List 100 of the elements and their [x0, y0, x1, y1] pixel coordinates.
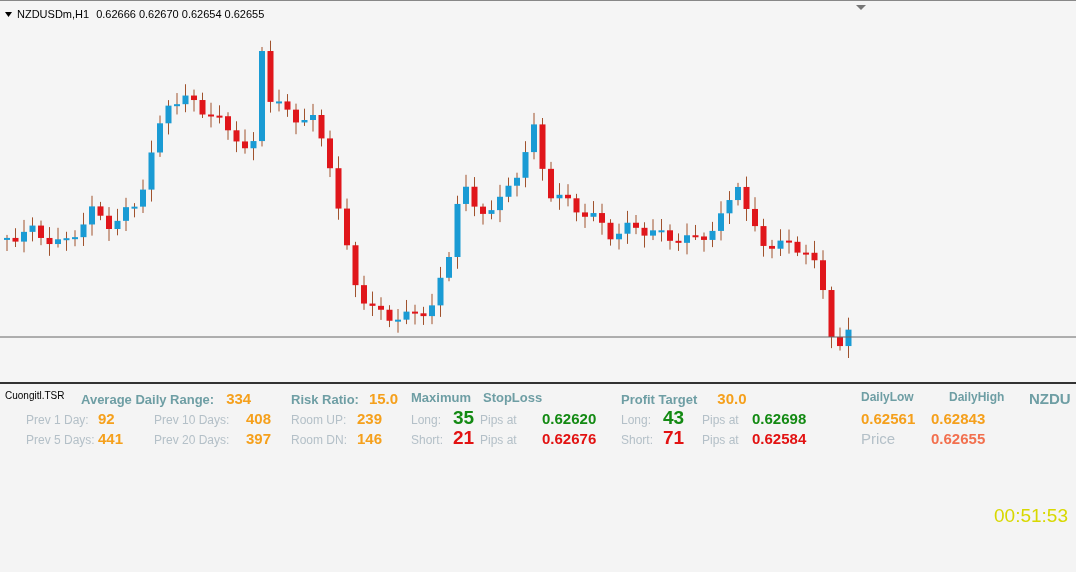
dropdown-icon[interactable]	[5, 11, 12, 17]
section-title: Profit Target	[621, 391, 698, 409]
candlestick	[497, 184, 503, 223]
candlestick	[378, 296, 384, 321]
shift-marker-icon[interactable]	[856, 5, 866, 10]
candlestick	[480, 203, 486, 226]
candlestick	[284, 93, 291, 118]
field-label: Short:	[411, 432, 444, 449]
field-label: Prev 10 Days:	[154, 412, 231, 429]
candlestick	[208, 102, 214, 128]
candlestick	[97, 201, 104, 221]
candlestick	[565, 183, 571, 207]
field-label: Prev 20 Days:	[154, 432, 231, 449]
indicator-name: Cuongitl.TSR	[5, 389, 65, 403]
candlestick	[250, 131, 257, 161]
candlestick	[29, 216, 36, 242]
candlestick	[692, 224, 699, 241]
field-label: Room UP:	[291, 412, 348, 429]
candlestick	[233, 120, 240, 153]
candlestick	[633, 214, 639, 235]
candlestick	[514, 172, 520, 197]
candlestick	[650, 218, 656, 241]
candlestick	[191, 89, 197, 113]
value-text: 397	[246, 429, 273, 449]
candlestick	[395, 308, 401, 334]
candlestick	[735, 182, 741, 206]
pips-count: 43	[663, 409, 686, 427]
candlestick	[752, 196, 758, 232]
candlestick	[624, 210, 631, 245]
candlestick	[811, 240, 818, 269]
candlestick	[641, 221, 648, 249]
candlestick	[412, 304, 418, 325]
candlestick	[522, 140, 529, 188]
candlestick	[293, 103, 299, 135]
candlestick	[539, 117, 546, 182]
candlestick	[114, 208, 121, 236]
candlestick	[463, 174, 469, 212]
candlestick	[21, 219, 27, 253]
candlestick	[769, 239, 775, 259]
candlestick	[718, 200, 724, 241]
candlestick	[573, 193, 580, 222]
field-label: Long:	[621, 412, 653, 429]
candlestick	[4, 234, 10, 252]
candlestick	[505, 177, 512, 203]
section-title: Risk Ratio:	[291, 391, 359, 409]
candlestick	[590, 200, 597, 222]
value-text: 0.62561	[861, 409, 917, 429]
candlestick	[140, 179, 146, 214]
value-text: 239	[357, 409, 384, 429]
candlestick	[276, 89, 282, 112]
candlestick	[743, 176, 750, 222]
value-text: 30.0	[717, 389, 747, 409]
candlestick	[471, 176, 478, 217]
value-text: 146	[357, 429, 384, 449]
candlestick	[488, 199, 495, 220]
price-level: 0.62620	[542, 409, 598, 429]
countdown-timer: 00:51:53	[994, 503, 1068, 528]
candlestick	[46, 226, 53, 257]
field-label: Room DN:	[291, 432, 348, 449]
value-text: 0.62843	[931, 409, 987, 429]
candlestick	[242, 128, 248, 155]
candlestick	[318, 109, 325, 147]
candlestick	[582, 203, 588, 229]
pips-count: 21	[453, 429, 476, 447]
price-level: 0.62584	[752, 429, 808, 449]
candlestick	[607, 218, 614, 247]
value-text: 15.0	[368, 389, 399, 409]
candlestick	[684, 222, 690, 255]
field-label: Prev 1 Day:	[26, 412, 90, 429]
candlestick	[777, 228, 784, 257]
candlestick	[386, 304, 393, 328]
candlestick	[335, 155, 342, 221]
candlestick	[174, 92, 180, 115]
symbol-name: NZDU	[1029, 389, 1071, 409]
pips-count: 35	[453, 409, 476, 427]
candlestick	[403, 299, 410, 325]
ohlc-values: 0.62666 0.62670 0.62654 0.62655	[96, 7, 265, 22]
field-label: Pips at	[480, 412, 518, 429]
candlestick	[63, 231, 70, 252]
candlestick	[106, 206, 112, 242]
candlestick	[786, 229, 792, 255]
candlestick	[828, 286, 835, 349]
candlestick	[80, 212, 87, 247]
candlestick	[182, 83, 189, 113]
candlestick	[225, 111, 231, 141]
candlestick	[658, 218, 665, 243]
candlestick	[38, 220, 44, 246]
value-text: 334	[226, 389, 252, 409]
section-title: StopLoss	[482, 389, 543, 407]
candlestick	[845, 317, 852, 359]
section-title: Average Daily Range:	[81, 391, 215, 409]
candlestick	[701, 232, 707, 253]
section-title: Maximum	[411, 389, 471, 407]
field-label: Pips at	[702, 432, 740, 449]
candlestick	[352, 241, 359, 298]
candlestick	[616, 223, 622, 250]
candlestick	[131, 202, 138, 218]
candlestick	[157, 115, 163, 158]
candlestick	[89, 195, 95, 237]
candlestick	[369, 291, 376, 317]
